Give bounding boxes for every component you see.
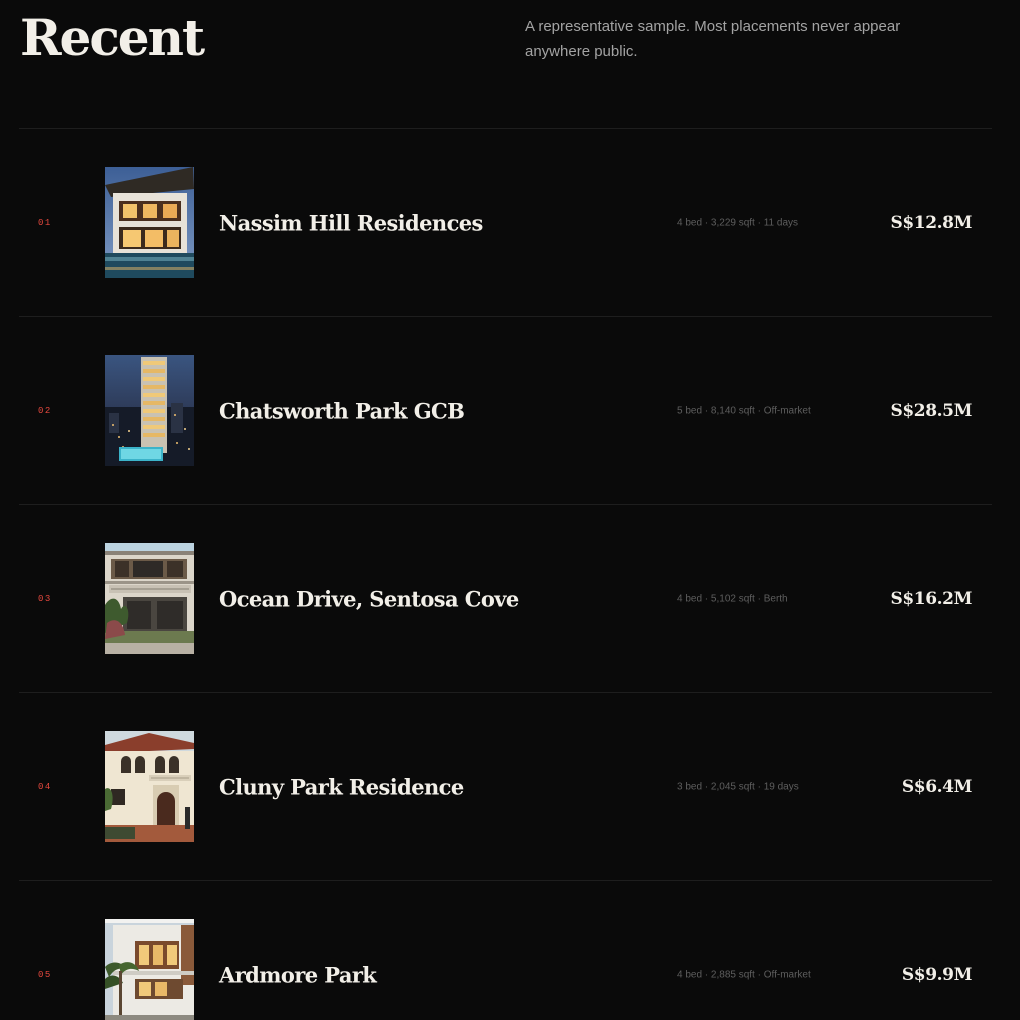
listing-row[interactable]: 03 Ocean Drive, Sentosa Cove 4 bed · 5,1… bbox=[19, 505, 992, 693]
listing-name: Cluny Park Residence bbox=[219, 774, 464, 799]
listing-meta: 4 bed · 5,102 sqft · Berth bbox=[677, 593, 788, 604]
listing-name: Nassim Hill Residences bbox=[219, 210, 483, 235]
listing-price: S$16.2M bbox=[890, 588, 972, 609]
listing-price: S$12.8M bbox=[890, 212, 972, 233]
listing-name: Chatsworth Park GCB bbox=[219, 398, 465, 423]
listing-index: 02 bbox=[38, 405, 52, 416]
tower-night-city-photo bbox=[105, 355, 194, 466]
listing-meta: 4 bed · 3,229 sqft · 11 days bbox=[677, 217, 799, 228]
listing-meta: 5 bed · 8,140 sqft · Off-market bbox=[677, 405, 811, 416]
recent-listings-section: Recent A representative sample. Most pla… bbox=[0, 0, 1020, 1020]
listing-row[interactable]: 05 Ardmore Park 4 bed · 2,885 sqft · Off… bbox=[19, 881, 992, 1020]
section-title: Recent bbox=[20, 8, 205, 67]
listing-meta: 3 bed · 2,045 sqft · 19 days bbox=[677, 781, 799, 792]
listing-index: 05 bbox=[38, 969, 52, 980]
listing-price: S$6.4M bbox=[901, 776, 973, 797]
white-house-palm-photo bbox=[105, 919, 194, 1020]
listing-index: 01 bbox=[38, 217, 52, 228]
listing-meta: 4 bed · 2,885 sqft · Off-market bbox=[677, 969, 811, 980]
listing-row[interactable]: 04 Cluny Park Residence 3 bed · 2,045 sq… bbox=[19, 693, 992, 881]
modern-villa-pool-dusk-photo bbox=[105, 167, 194, 278]
section-intro: A representative sample. Most placements… bbox=[525, 18, 901, 60]
listing-row[interactable]: 02 Chatsworth Park GCB 5 bed · 8,140 sqf… bbox=[19, 317, 992, 505]
listing-price: S$28.5M bbox=[890, 400, 972, 421]
listing-price: S$9.9M bbox=[901, 964, 973, 985]
listing-name: Ocean Drive, Sentosa Cove bbox=[219, 586, 519, 611]
listing-list: 01 Nassim Hill Residences 4 bed · 3,229 … bbox=[19, 128, 992, 1020]
listing-index: 03 bbox=[38, 593, 52, 604]
modern-house-balcony-photo bbox=[105, 543, 194, 654]
classical-villa-photo bbox=[105, 731, 194, 842]
listing-name: Ardmore Park bbox=[219, 962, 377, 987]
listing-index: 04 bbox=[38, 781, 52, 792]
listing-row[interactable]: 01 Nassim Hill Residences 4 bed · 3,229 … bbox=[19, 129, 992, 317]
